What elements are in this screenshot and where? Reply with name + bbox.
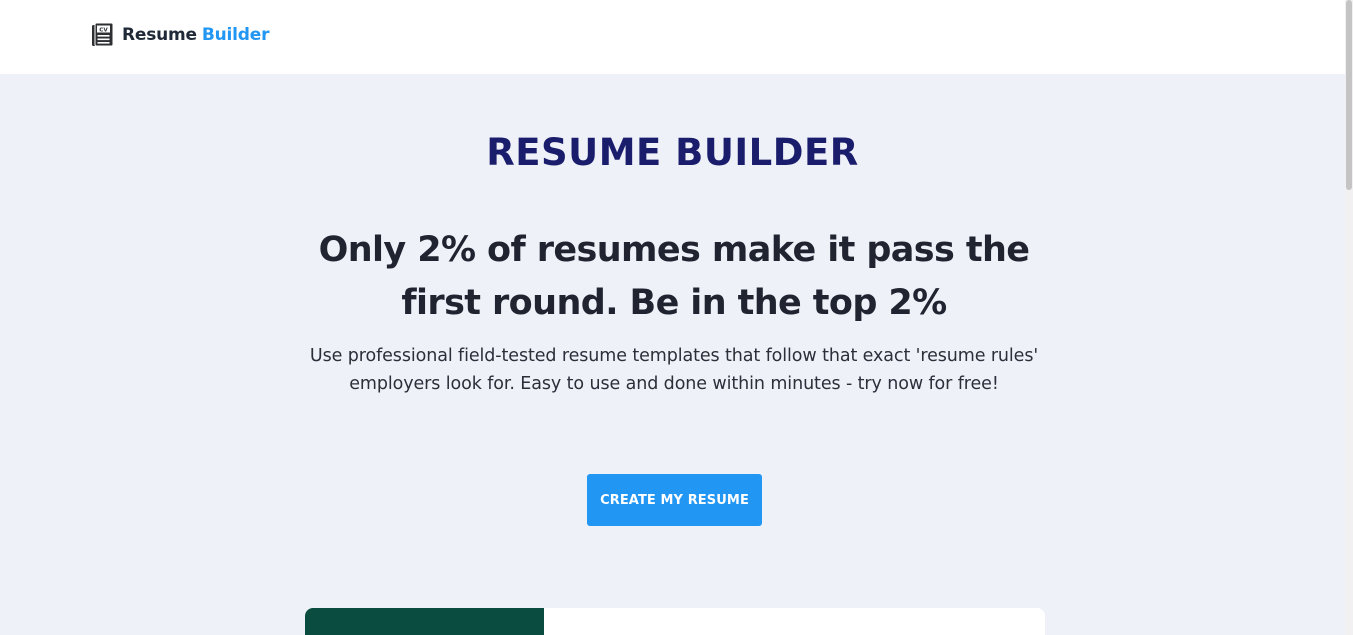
resume-preview-card (305, 608, 1045, 635)
scrollbar-thumb[interactable] (1346, 0, 1352, 190)
brand-name-part2: Builder (201, 25, 270, 45)
top-navbar: CV Resume Builder (0, 0, 1345, 74)
cv-document-icon: CV (92, 22, 114, 47)
page-scrollbar[interactable] (1345, 0, 1353, 635)
hero-title: RESUME BUILDER (486, 131, 859, 174)
brand-name: Resume Builder (122, 25, 269, 45)
brand-name-part1: Resume (122, 25, 197, 45)
svg-text:CV: CV (99, 27, 108, 33)
brand-logo-link[interactable]: CV Resume Builder (91, 22, 269, 48)
create-resume-button[interactable]: CREATE MY RESUME (587, 474, 762, 526)
resume-preview-sidebar (305, 608, 544, 635)
hero-subtitle: Use professional field-tested resume tem… (309, 346, 1039, 394)
hero-headline: Only 2% of resumes make it pass the firs… (318, 230, 1030, 323)
